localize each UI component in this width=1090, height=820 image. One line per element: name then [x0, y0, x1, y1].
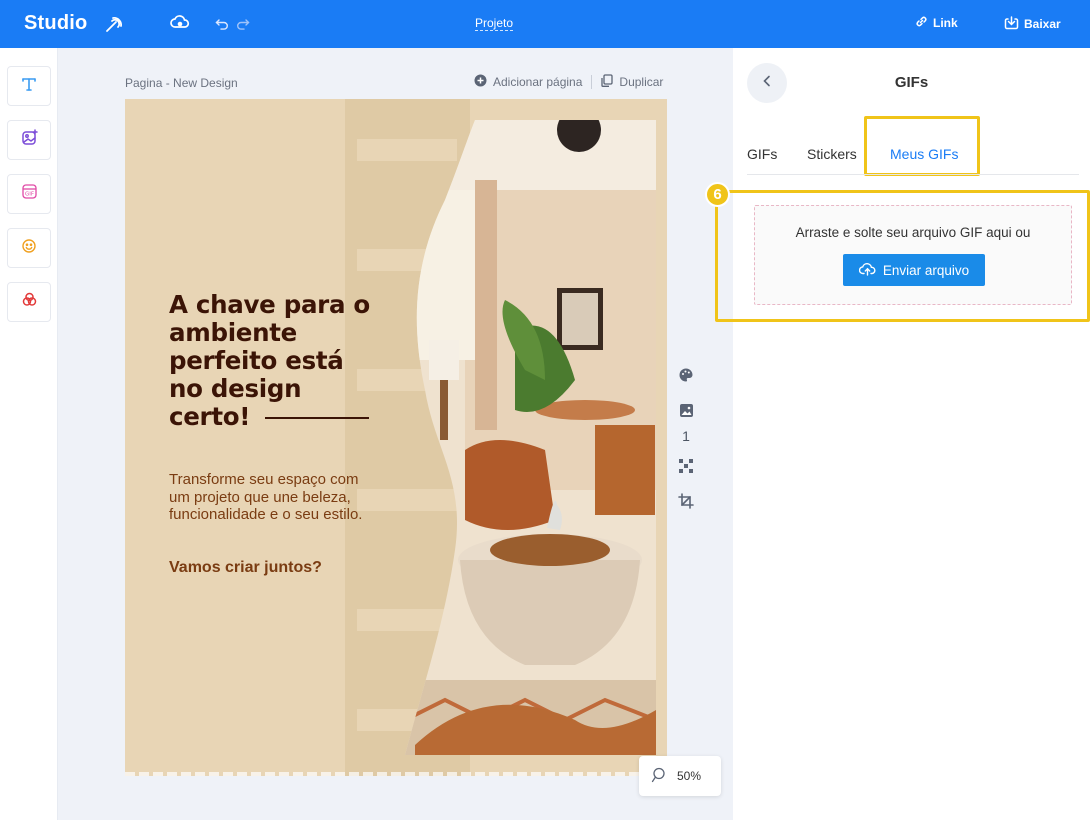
step-badge: 6 [705, 182, 730, 207]
duplicate-icon [601, 74, 614, 90]
text-tool-button[interactable] [7, 66, 51, 106]
image-icon [21, 129, 38, 151]
left-toolbar: GIF [0, 48, 58, 820]
magic-wand-icon[interactable] [104, 14, 124, 39]
plus-circle-icon [474, 74, 487, 90]
gif-panel: GIFs GIFs Stickers Meus GIFs 6 Arraste e… [705, 48, 1090, 820]
design-canvas[interactable]: A chave para o ambiente perfeito está no… [125, 99, 667, 776]
download-button[interactable]: Baixar [1004, 15, 1061, 33]
gif-icon: GIF [21, 183, 38, 205]
link-label: Link [933, 16, 958, 30]
text-icon [21, 76, 37, 97]
gif-dropzone[interactable]: Arraste e solte seu arquivo GIF aqui ou … [754, 205, 1072, 305]
image-tool-button[interactable] [7, 120, 51, 160]
cloud-upload-icon [858, 262, 876, 279]
canvas-cta-text[interactable]: Vamos criar juntos? [169, 559, 322, 577]
dropzone-text: Arraste e solte seu arquivo GIF aqui ou [795, 225, 1031, 240]
tab-stickers[interactable]: Stickers [807, 146, 857, 162]
emoji-tool-button[interactable] [7, 228, 51, 268]
headline-rule [265, 417, 369, 419]
svg-text:GIF: GIF [24, 192, 33, 198]
palette-icon[interactable] [675, 364, 697, 386]
upload-button-label: Enviar arquivo [882, 262, 970, 278]
canvas-body-text[interactable]: Transforme seu espaço com um projeto que… [169, 471, 379, 524]
zoom-icon [651, 767, 667, 786]
tab-gifs[interactable]: GIFs [747, 146, 777, 162]
brand-logo[interactable]: Studio [24, 12, 87, 35]
download-icon [1004, 15, 1019, 33]
add-page-label: Adicionar página [493, 75, 583, 89]
zoom-level: 50% [677, 769, 702, 783]
zoom-control[interactable]: 50% [639, 756, 721, 796]
elements-tool-button[interactable] [7, 282, 51, 322]
upload-file-button[interactable]: Enviar arquivo [843, 254, 985, 286]
download-label: Baixar [1024, 17, 1061, 31]
project-name[interactable]: Projeto [475, 16, 514, 31]
crop-icon[interactable] [675, 490, 697, 512]
canvas-edge [125, 772, 667, 776]
canvas-headline[interactable]: A chave para o ambiente perfeito está no… [169, 291, 384, 431]
background-image-icon[interactable] [675, 399, 697, 421]
tabs-divider [747, 174, 1079, 175]
link-button[interactable]: Link [915, 15, 958, 31]
duplicate-label: Duplicar [619, 75, 664, 89]
gif-tool-button[interactable]: GIF [7, 174, 51, 214]
page-label[interactable]: Pagina - New Design [125, 76, 238, 90]
panel-title: GIFs [894, 74, 929, 91]
elements-icon [21, 291, 38, 313]
link-icon [915, 15, 928, 31]
undo-icon[interactable] [215, 17, 229, 35]
cloud-sync-icon[interactable] [170, 14, 190, 37]
grid-icon[interactable] [675, 455, 697, 477]
add-page-button[interactable]: Adicionar página [474, 74, 582, 90]
tab-highlight-frame [864, 116, 980, 176]
duplicate-button[interactable]: Duplicar [601, 74, 663, 90]
page-actions: Adicionar página Duplicar [474, 74, 663, 90]
redo-icon[interactable] [236, 17, 250, 35]
divider [591, 75, 593, 89]
workspace: Pagina - New Design Adicionar página Dup… [58, 48, 733, 820]
interior-photo[interactable] [405, 120, 656, 755]
page-number: 1 [682, 428, 690, 444]
emoji-icon [21, 238, 37, 259]
top-bar: Studio Projeto Link Baixar [0, 0, 1090, 48]
